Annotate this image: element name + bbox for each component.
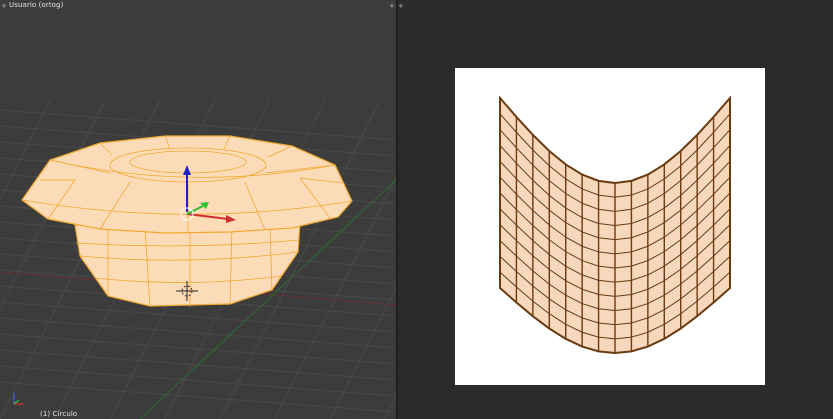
axis-orientation-icon [13, 393, 24, 405]
viewport-title: Usuario (ortog) [9, 1, 64, 9]
area-corner-icon[interactable]: + [398, 3, 404, 10]
uv-image-editor[interactable]: + [398, 0, 833, 419]
area-corner-icon[interactable]: + [1, 3, 7, 10]
uv-island[interactable] [455, 68, 765, 385]
3d-viewport[interactable]: + + Usuario (ortog) (1) Círculo [0, 0, 396, 419]
uv-image-canvas[interactable] [455, 68, 765, 385]
mesh-object[interactable] [0, 0, 396, 419]
area-corner-icon[interactable]: + [389, 3, 395, 10]
active-object-label: (1) Círculo [40, 410, 78, 418]
